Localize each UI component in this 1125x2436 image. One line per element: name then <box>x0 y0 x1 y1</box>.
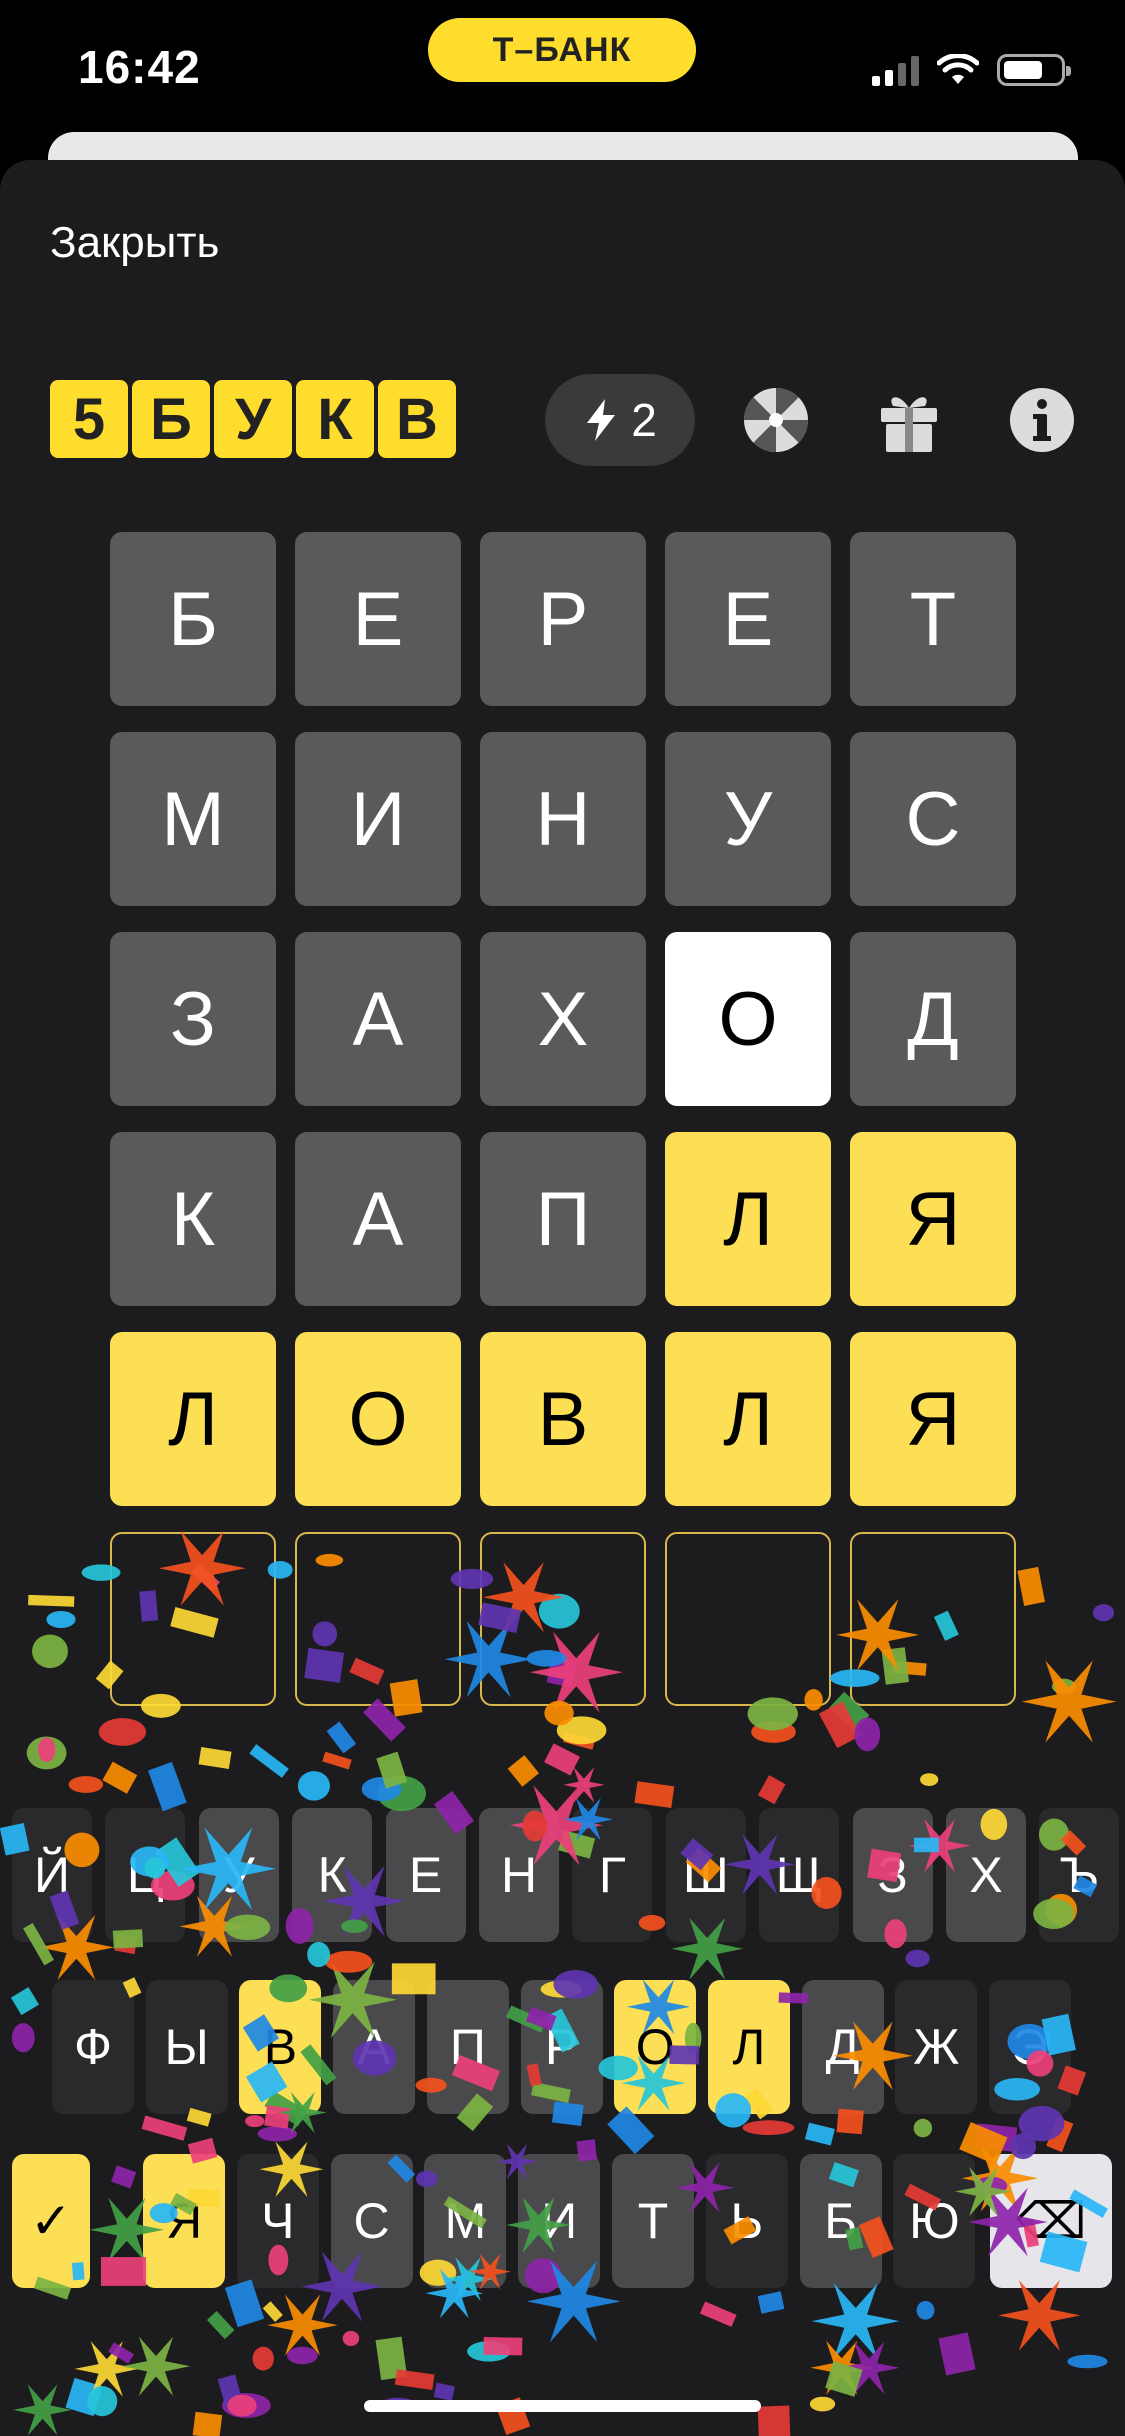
key-М[interactable]: М <box>424 2154 507 2288</box>
status-icons <box>872 50 1071 90</box>
letter-tile: Я <box>850 1332 1016 1506</box>
letter-tile: Д <box>850 932 1016 1106</box>
letter-tile: Б <box>110 532 276 706</box>
key-З[interactable]: З <box>852 1808 933 1942</box>
logo-letter: К <box>296 380 374 458</box>
home-indicator[interactable] <box>364 2400 761 2412</box>
key-Ы[interactable]: Ы <box>145 1980 228 2114</box>
letter-tile <box>480 1532 646 1706</box>
key-Ф[interactable]: Ф <box>52 1980 134 2114</box>
letter-tile: К <box>110 1132 276 1306</box>
letter-tile: О <box>295 1332 461 1506</box>
bank-pill[interactable]: Т–БАНК <box>428 18 696 82</box>
key-С[interactable]: С <box>330 2154 413 2288</box>
letter-tile: Л <box>665 1132 831 1306</box>
wheel-icon[interactable] <box>740 384 812 456</box>
key-У[interactable]: У <box>198 1808 279 1942</box>
key-Е[interactable]: Е <box>385 1808 466 1942</box>
logo-letter: В <box>378 380 456 458</box>
battery-icon <box>997 54 1071 86</box>
key-Л[interactable]: Л <box>707 1980 790 2114</box>
key-Ш[interactable]: Ш <box>665 1808 746 1942</box>
key-И[interactable]: И <box>518 2154 601 2288</box>
letter-tile: Е <box>665 532 831 706</box>
backspace-key[interactable]: ⌫ <box>990 2154 1112 2288</box>
energy-count: 2 <box>631 394 657 446</box>
key-Г[interactable]: Г <box>572 1808 653 1942</box>
key-Ц[interactable]: Ц <box>105 1808 186 1942</box>
letter-tile: У <box>665 732 831 906</box>
key-Ж[interactable]: Ж <box>895 1980 978 2114</box>
key-Ю[interactable]: Ю <box>893 2154 976 2288</box>
key-Х[interactable]: Х <box>946 1808 1026 1942</box>
key-Н[interactable]: Н <box>479 1808 559 1942</box>
letter-tile <box>850 1532 1016 1706</box>
game-logo: 5 Б У К В <box>50 380 456 458</box>
info-icon[interactable] <box>1006 384 1078 456</box>
letter-tile: П <box>480 1132 646 1306</box>
key-П[interactable]: П <box>426 1980 509 2114</box>
status-time: 16:42 <box>78 41 201 93</box>
letter-tile: Т <box>850 532 1016 706</box>
enter-key[interactable]: ✓ <box>12 2154 90 2288</box>
wifi-icon <box>937 54 979 84</box>
energy-button[interactable]: 2 <box>545 374 695 466</box>
key-К[interactable]: К <box>292 1808 373 1942</box>
key-Д[interactable]: Д <box>801 1980 884 2114</box>
status-bar: 16:42 Т–БАНК <box>0 0 1125 140</box>
signal-icon <box>872 54 919 86</box>
close-button[interactable]: Закрыть <box>50 218 219 268</box>
logo-letter: У <box>214 380 292 458</box>
key-О[interactable]: О <box>614 1980 697 2114</box>
letter-tile: З <box>110 932 276 1106</box>
letter-tile: А <box>295 932 461 1106</box>
key-Б[interactable]: Б <box>799 2154 882 2288</box>
letter-tile: Р <box>480 532 646 706</box>
letter-tile: Н <box>480 732 646 906</box>
letter-tile: Х <box>480 932 646 1106</box>
letter-tile: О <box>665 932 831 1106</box>
letter-tile: С <box>850 732 1016 906</box>
letter-tile: В <box>480 1332 646 1506</box>
key-Я[interactable]: Я <box>143 2154 225 2288</box>
letter-tile: А <box>295 1132 461 1306</box>
key-Э[interactable]: Э <box>989 1980 1071 2114</box>
key-В[interactable]: В <box>239 1980 322 2114</box>
letter-tile <box>665 1532 831 1706</box>
key-Ч[interactable]: Ч <box>236 2154 319 2288</box>
key-Щ[interactable]: Щ <box>759 1808 840 1942</box>
word-board: БЕРЕТМИНУСЗАХОДКАПЛЯЛОВЛЯ <box>110 532 1016 1706</box>
letter-tile: М <box>110 732 276 906</box>
key-Ъ[interactable]: Ъ <box>1039 1808 1120 1942</box>
letter-tile: И <box>295 732 461 906</box>
letter-tile <box>110 1532 276 1706</box>
key-Р[interactable]: Р <box>520 1980 603 2114</box>
letter-tile: Л <box>110 1332 276 1506</box>
logo-letter: 5 <box>50 380 128 458</box>
key-А[interactable]: А <box>333 1980 416 2114</box>
key-Й[interactable]: Й <box>12 1808 92 1942</box>
letter-tile: Е <box>295 532 461 706</box>
logo-letter: Б <box>132 380 210 458</box>
letter-tile <box>295 1532 461 1706</box>
letter-tile: Л <box>665 1332 831 1506</box>
letter-tile: Я <box>850 1132 1016 1306</box>
lightning-icon <box>587 399 616 441</box>
key-Ь[interactable]: Ь <box>705 2154 788 2288</box>
key-Т[interactable]: Т <box>612 2154 694 2288</box>
gift-icon[interactable] <box>873 384 945 456</box>
